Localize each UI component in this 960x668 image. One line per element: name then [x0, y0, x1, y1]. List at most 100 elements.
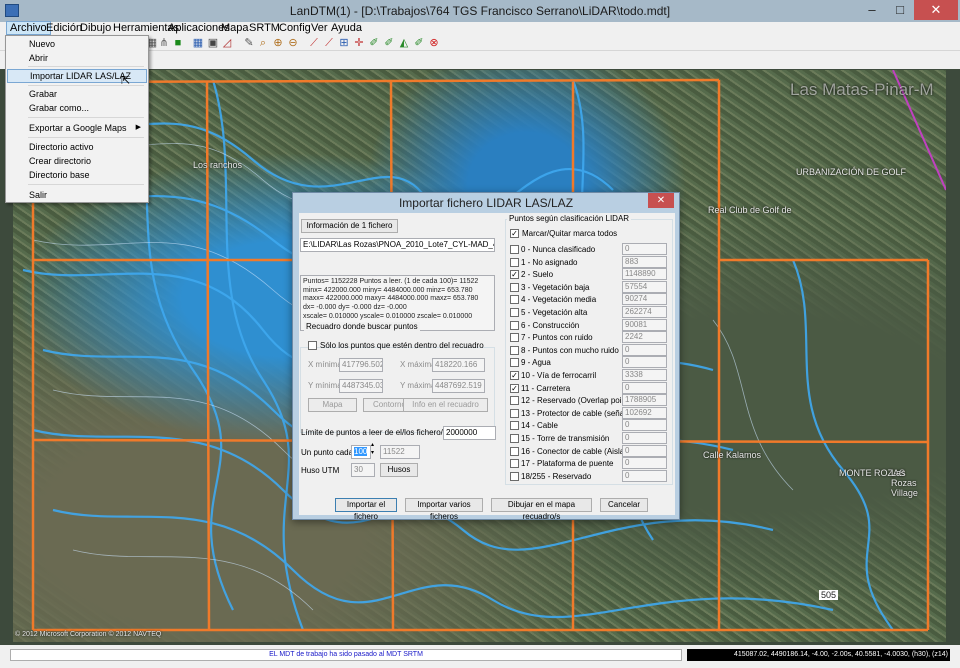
clasificacion-count: 0	[622, 457, 667, 470]
clasificacion-checkbox[interactable]	[510, 345, 519, 355]
clasificacion-group-title: Puntos según clasificación LIDAR	[507, 214, 632, 224]
cancelar-button[interactable]: Cancelar	[600, 498, 648, 512]
clasificacion-label: 6 - Construcción	[521, 320, 580, 330]
table-tool-icon[interactable]: ▦	[192, 37, 204, 49]
clasificacion-checkbox[interactable]	[510, 320, 519, 330]
clasificacion-row: 4 - Vegetación media 90274	[508, 293, 668, 306]
chart-tool-icon[interactable]: ◿	[221, 37, 233, 49]
spin-up-icon[interactable]: ▴	[371, 442, 374, 448]
calc-tool-icon[interactable]: ▣	[207, 37, 219, 49]
minimize-button[interactable]: –	[858, 0, 886, 20]
clasificacion-checkbox[interactable]	[510, 282, 519, 292]
dialog-close-button[interactable]: ✕	[648, 193, 674, 208]
husos-button[interactable]: Husos	[380, 463, 418, 477]
zoom-out-icon[interactable]: ⊖	[287, 37, 299, 49]
maximize-button[interactable]: □	[886, 0, 914, 20]
clasificacion-checkbox[interactable]: ✓	[510, 270, 519, 280]
clasificacion-count: 3338	[622, 369, 667, 381]
spin-down-icon[interactable]: ▾	[371, 450, 374, 456]
menu-separator	[28, 137, 144, 138]
un-punto-field[interactable]: 100	[351, 445, 371, 459]
clasificacion-label: 1 - No asignado	[521, 257, 578, 267]
clasificacion-checkbox[interactable]	[510, 446, 519, 456]
importar-fichero-button[interactable]: Importar el fichero	[335, 498, 397, 521]
profile-tool-icon[interactable]: ⋔	[158, 37, 170, 49]
close-button[interactable]: ✕	[914, 0, 958, 20]
marker-tool-icon[interactable]: ✐	[368, 37, 380, 49]
ymax-field[interactable]: 4487692.519	[432, 379, 485, 393]
info-line: dx= -0.000 dy= -0.000 dz= -0.000	[303, 304, 407, 312]
clasificacion-count: 0	[622, 343, 667, 356]
clasificacion-count: 2242	[622, 331, 667, 344]
ymax-label: Y máxima	[400, 381, 436, 390]
eraser-tool-icon[interactable]: ✐	[413, 37, 425, 49]
pencil-tool-icon[interactable]: ✎	[243, 37, 255, 49]
clasificacion-checkbox[interactable]: ✓	[510, 371, 519, 380]
clasificacion-checkbox[interactable]	[510, 434, 519, 443]
info-file-button[interactable]: Información de 1 fichero	[301, 219, 398, 233]
marker2-tool-icon[interactable]: ✐	[383, 37, 395, 49]
importar-varios-button[interactable]: Importar varios ficheros	[405, 498, 483, 521]
file-path-field[interactable]: E:\LIDAR\Las Rozas\PNOA_2010_Lote7_CYL-M…	[300, 238, 495, 252]
clasificacion-checkbox[interactable]	[510, 257, 519, 267]
marcar-todos-checkbox[interactable]: ✓	[510, 229, 519, 238]
stop-icon[interactable]: ⊗	[428, 37, 440, 49]
menu-ayuda[interactable]: Ayuda	[328, 21, 365, 35]
import-lidar-dialog: Importar fichero LIDAR LAS/LAZ ✕ Informa…	[292, 192, 680, 521]
clasificacion-checkbox[interactable]	[510, 358, 519, 368]
map-label-calle-kalamos: Calle Kalamos	[703, 450, 762, 460]
select-tool-icon[interactable]: ⊞	[338, 37, 350, 49]
menu-item-nuevo[interactable]: Nuevo	[7, 37, 147, 51]
huso-field[interactable]: 30	[351, 463, 375, 477]
clasificacion-checkbox[interactable]	[510, 295, 519, 305]
clasificacion-checkbox[interactable]	[510, 471, 519, 481]
menu-dibujo[interactable]: Dibujo	[77, 21, 114, 35]
clasificacion-checkbox[interactable]	[510, 245, 519, 254]
huso-label: Huso UTM	[301, 466, 340, 475]
polyline-tool-icon[interactable]: ⟋	[323, 37, 335, 49]
status-message: EL MDT de trabajo ha sido pasado al MDT …	[10, 649, 682, 661]
clasificacion-checkbox[interactable]	[510, 459, 519, 469]
clasificacion-checkbox[interactable]	[510, 396, 519, 406]
clasificacion-count: 0	[622, 419, 667, 432]
clasificacion-checkbox[interactable]	[510, 308, 519, 317]
clasificacion-row: ✓ 2 - Suelo 1148890	[508, 268, 668, 281]
clasificacion-checkbox[interactable]	[510, 421, 519, 431]
clasificacion-checkbox[interactable]	[510, 408, 519, 418]
solo-recuadro-checkbox[interactable]	[308, 341, 317, 350]
xmax-field[interactable]: 418220.166	[432, 358, 485, 372]
map-label-road-505: 505	[819, 590, 839, 600]
zoom-in-icon[interactable]: ⊕	[272, 37, 284, 49]
clasificacion-row: 3 - Vegetación baja 57554	[508, 280, 668, 294]
xmin-field[interactable]: 417796.502	[339, 358, 383, 372]
clasificacion-checkbox[interactable]	[510, 333, 519, 343]
menu-item-abrir[interactable]: Abrir	[7, 51, 147, 65]
dialog-title: Importar fichero LIDAR LAS/LAZ	[398, 196, 574, 210]
zoom-window-icon[interactable]: ⌕	[257, 37, 269, 49]
menu-item-grabar[interactable]: Grabar	[7, 87, 147, 101]
info-line: Puntos= 1152228 Puntos a leer. (1 de cad…	[303, 278, 479, 285]
recuadro-group-title: Recuadro donde buscar puntos	[304, 322, 420, 332]
dialog-body: Información de 1 fichero E:\LIDAR\Las Ro…	[299, 213, 675, 521]
menu-item-directorio-activo[interactable]: Directorio activo	[7, 140, 147, 154]
mapa-button[interactable]: Mapa	[308, 398, 357, 412]
clasificacion-checkbox[interactable]: ✓	[510, 383, 519, 393]
limite-field[interactable]: 2000000	[443, 426, 496, 440]
clasificacion-row: ✓ 11 - Carretera 0	[508, 381, 668, 395]
clasificacion-count: 0	[622, 243, 667, 255]
line-tool-icon[interactable]: ⟋	[308, 37, 320, 49]
info-recuadro-button[interactable]: Info en el recuadro	[403, 398, 488, 412]
clasificacion-row: 15 - Torre de transmisión 0	[508, 432, 668, 445]
fill-tool-icon[interactable]: ◭	[398, 37, 410, 49]
menu-item-directorio-base[interactable]: Directorio base	[7, 168, 147, 182]
marcar-todos-label: Marcar/Quitar marca todos	[522, 229, 618, 238]
image-tool-icon[interactable]: ■	[172, 37, 184, 49]
ymin-field[interactable]: 4487345.035	[339, 379, 383, 393]
menu-item-exportar-google-maps[interactable]: Exportar a Google Maps ▶	[7, 121, 147, 135]
status-bar: EL MDT de trabajo ha sido pasado al MDT …	[0, 645, 960, 668]
menu-item-grabar-como[interactable]: Grabar como...	[7, 101, 147, 115]
menu-item-salir[interactable]: Salir	[7, 188, 147, 202]
menu-item-crear-directorio[interactable]: Crear directorio	[7, 154, 147, 168]
crosshair-icon[interactable]: ✛	[353, 37, 365, 49]
dibujar-recuadro-button[interactable]: Dibujar en el mapa recuadro/s	[491, 498, 592, 521]
